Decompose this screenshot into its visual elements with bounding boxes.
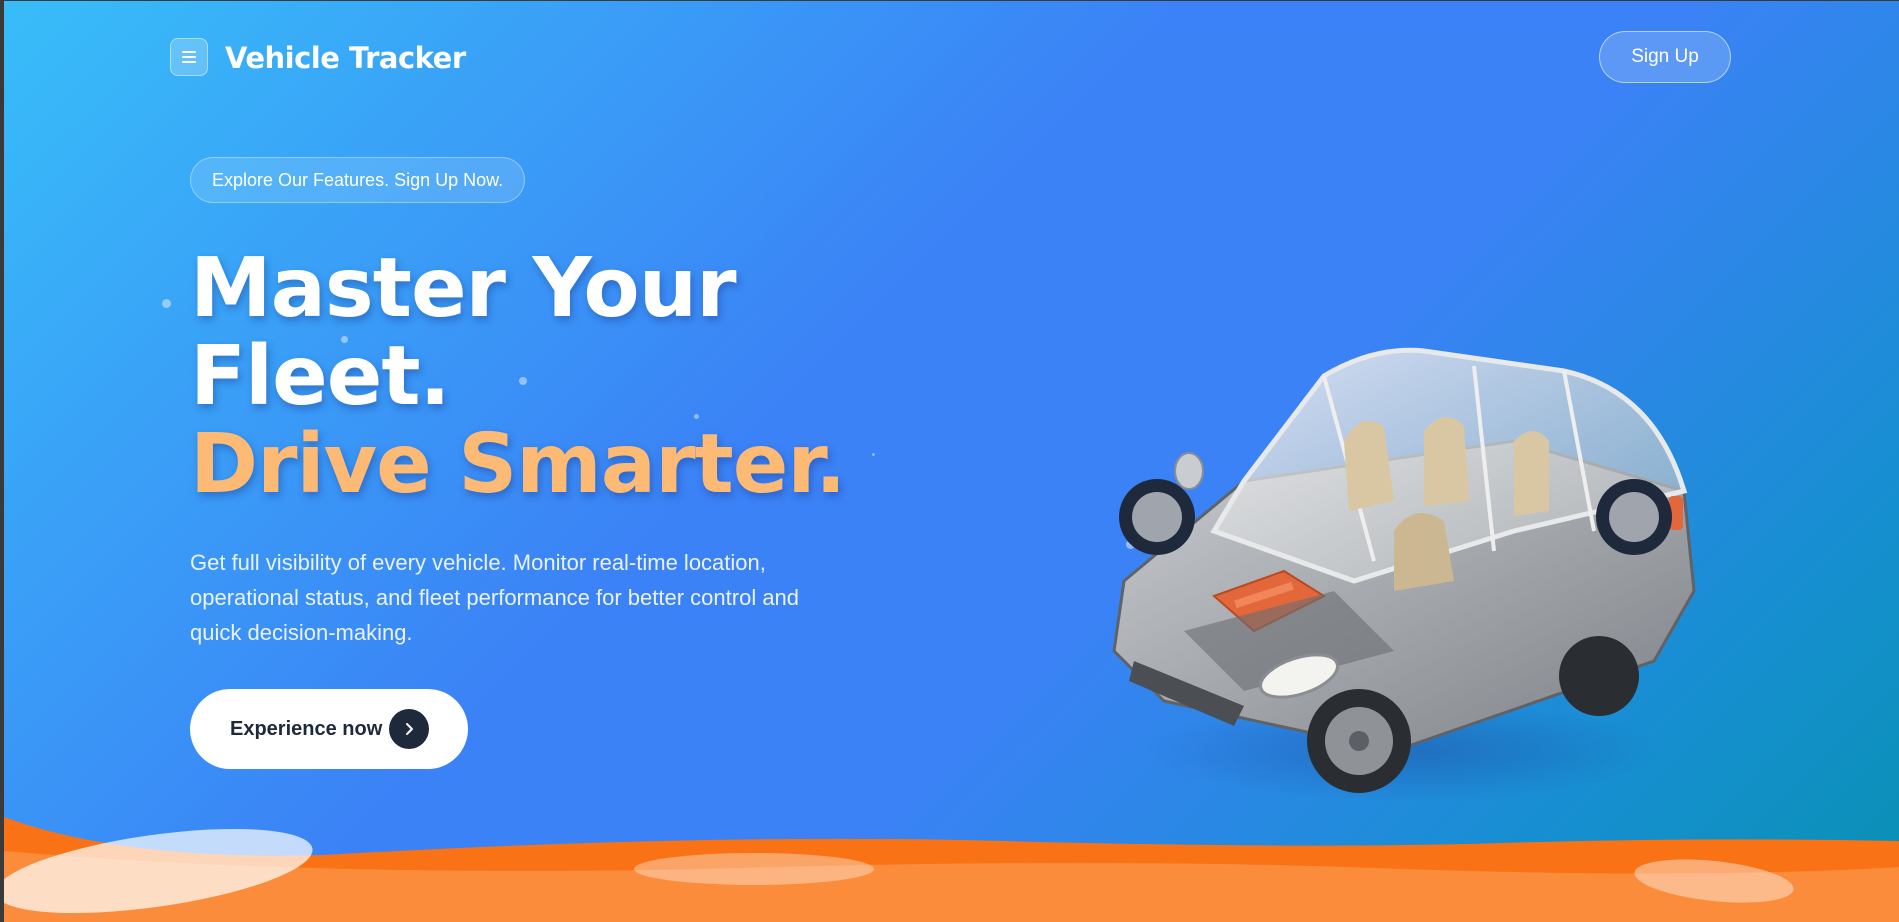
- transparent-car-illustration: [1112, 347, 1696, 801]
- cta-label: Experience now: [230, 717, 383, 740]
- headline-accent: Drive Smarter.: [190, 417, 846, 512]
- hero-section: Vehicle Tracker Sign Up Explore Our Feat…: [4, 1, 1899, 922]
- decor-dot: [872, 453, 875, 456]
- rear-wheel: [1559, 636, 1639, 716]
- decor-dot: [162, 299, 171, 308]
- front-wheel: [1307, 689, 1411, 793]
- promo-badge[interactable]: Explore Our Features. Sign Up Now.: [190, 157, 526, 203]
- headline-line-1: Master Your: [190, 241, 737, 336]
- brand-logo-text[interactable]: Vehicle Tracker: [225, 41, 466, 75]
- orange-wave-footer: [4, 817, 1899, 922]
- sign-up-button[interactable]: Sign Up: [1599, 31, 1731, 83]
- experience-now-button[interactable]: Experience now: [190, 689, 468, 769]
- chevron-right-icon: [389, 709, 429, 749]
- headline-line-2: Fleet.: [190, 329, 451, 424]
- top-nav: Vehicle Tracker Sign Up: [4, 1, 1899, 121]
- hero-headline: Master Your Fleet. Drive Smarter.: [190, 241, 846, 512]
- hero-description: Get full visibility of every vehicle. Mo…: [190, 550, 800, 645]
- hamburger-menu-icon[interactable]: [170, 38, 208, 76]
